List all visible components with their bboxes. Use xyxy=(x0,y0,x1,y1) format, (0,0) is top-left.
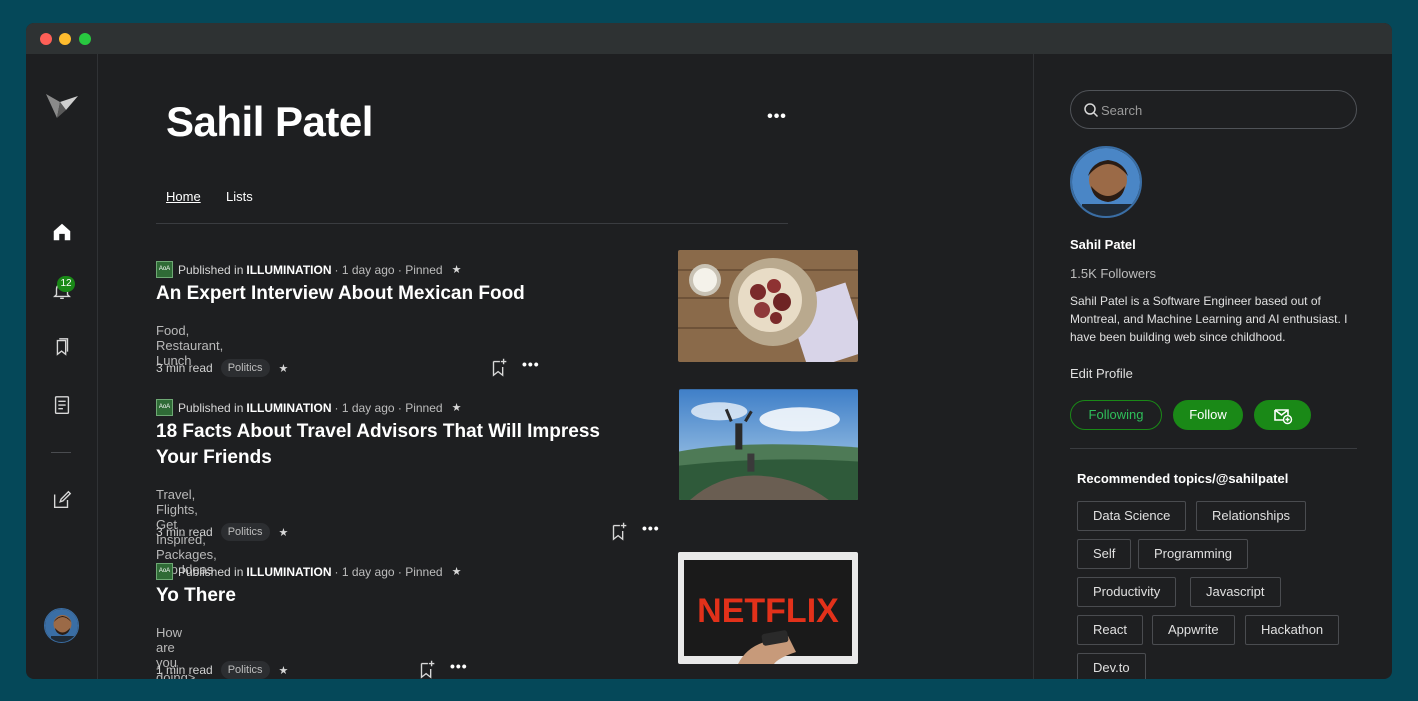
publication-logo: AoA xyxy=(156,261,173,278)
mail-plus-icon xyxy=(1273,409,1292,425)
sidebar-avatar[interactable] xyxy=(44,608,79,643)
close-window-button[interactable] xyxy=(40,33,52,45)
topic-chip[interactable]: Data Science xyxy=(1077,501,1187,531)
subscribe-email-button[interactable] xyxy=(1254,400,1311,430)
bookmark-add-icon[interactable] xyxy=(416,658,438,679)
topic-pill[interactable]: Politics xyxy=(220,359,270,377)
topic-chip[interactable]: Productivity xyxy=(1077,577,1177,607)
profile-name: Sahil Patel xyxy=(1070,237,1136,252)
bookmark-add-icon[interactable] xyxy=(488,356,510,378)
search-input[interactable] xyxy=(1101,99,1341,121)
left-sidebar: 12 xyxy=(26,54,98,679)
topic-chip[interactable]: Self xyxy=(1077,539,1132,569)
profile-avatar[interactable] xyxy=(1070,146,1142,218)
minimize-window-button[interactable] xyxy=(59,33,71,45)
article-title[interactable]: 18 Facts About Travel Advisors That Will… xyxy=(156,419,646,471)
publication-line: AoA Published in ILLUMINATION · 1 day ag… xyxy=(156,399,461,416)
maximize-window-button[interactable] xyxy=(79,33,91,45)
bookmark-add-icon[interactable] xyxy=(608,520,630,542)
sidebar-divider xyxy=(51,452,71,453)
logo-icon[interactable] xyxy=(44,90,80,124)
pinned-star-icon: ★ xyxy=(451,402,462,414)
article-thumbnail-travel[interactable] xyxy=(679,389,858,500)
article-more-button[interactable]: ••• xyxy=(642,521,660,535)
right-panel: Sahil Patel 1.5K Followers Sahil Patel i… xyxy=(1033,54,1392,679)
pinned-star-icon: ★ xyxy=(451,264,462,276)
publication-logo: AoA xyxy=(156,399,173,416)
edit-profile-link[interactable]: Edit Profile xyxy=(1070,366,1133,381)
publication-link[interactable]: ILLUMINATION xyxy=(246,263,331,277)
article-thumbnail-tv[interactable]: NETFLIX xyxy=(678,552,858,664)
tab-home[interactable]: Home xyxy=(166,189,201,204)
search-box[interactable] xyxy=(1070,90,1357,129)
panel-divider xyxy=(1070,448,1357,449)
article-meta: 1 min read Politics ★ xyxy=(156,661,288,679)
topic-pill[interactable]: Politics xyxy=(220,661,270,679)
article-thumbnail-food[interactable] xyxy=(678,250,858,362)
topic-chip[interactable]: React xyxy=(1077,615,1143,645)
article-meta: 3 min read Politics ★ xyxy=(156,523,288,541)
netflix-logo: NETFLIX xyxy=(697,592,839,630)
topic-chip[interactable]: Javascript xyxy=(1190,577,1281,607)
member-star-icon: ★ xyxy=(278,526,289,539)
topic-pill[interactable]: Politics xyxy=(220,523,270,541)
member-star-icon: ★ xyxy=(278,362,289,375)
home-icon[interactable] xyxy=(51,221,73,243)
profile-more-button[interactable]: ••• xyxy=(766,109,788,128)
follow-button[interactable]: Follow xyxy=(1173,400,1243,430)
window-titlebar xyxy=(26,23,1392,54)
write-icon[interactable] xyxy=(51,489,73,511)
article-more-button[interactable]: ••• xyxy=(450,659,468,673)
tab-lists[interactable]: Lists xyxy=(226,189,253,204)
search-icon xyxy=(1084,103,1099,118)
member-star-icon: ★ xyxy=(278,664,289,677)
followers-count[interactable]: 1.5K Followers xyxy=(1070,266,1156,281)
article-title[interactable]: An Expert Interview About Mexican Food xyxy=(156,281,646,307)
topic-chip[interactable]: Appwrite xyxy=(1152,615,1235,645)
publication-link[interactable]: ILLUMINATION xyxy=(246,401,331,415)
topic-chip[interactable]: Dev.to xyxy=(1077,653,1146,679)
main-column: Sahil Patel ••• Home Lists AoA Published… xyxy=(98,54,1033,679)
app-window: 12 Sahil Patel ••• Home Lists AoA Publis… xyxy=(26,23,1392,679)
topic-chip[interactable]: Relationships xyxy=(1196,501,1307,531)
publication-logo: AoA xyxy=(156,563,173,580)
bookmarks-icon[interactable] xyxy=(51,336,73,358)
publication-line: AoA Published in ILLUMINATION · 1 day ag… xyxy=(156,261,461,278)
read-time: 1 min read xyxy=(156,663,213,677)
article-meta: 3 min read Politics ★ xyxy=(156,359,288,377)
article-title[interactable]: Yo There xyxy=(156,583,646,609)
topic-chip[interactable]: Programming xyxy=(1138,539,1249,569)
profile-bio: Sahil Patel is a Software Engineer based… xyxy=(1070,294,1348,344)
article-more-button[interactable]: ••• xyxy=(522,357,540,371)
topic-chip[interactable]: Hackathon xyxy=(1245,615,1340,645)
publication-line: AoA Published in ILLUMINATION · 1 day ag… xyxy=(156,563,461,580)
following-button[interactable]: Following xyxy=(1070,400,1162,430)
notification-badge: 12 xyxy=(57,276,75,292)
read-time: 3 min read xyxy=(156,525,213,539)
publication-link[interactable]: ILLUMINATION xyxy=(246,565,331,579)
profile-tabs: Home Lists xyxy=(156,185,788,224)
recommended-heading: Recommended topics/@sahilpatel xyxy=(1077,471,1289,486)
stories-icon[interactable] xyxy=(51,394,73,416)
read-time: 3 min read xyxy=(156,361,213,375)
page-title: Sahil Patel xyxy=(166,98,373,145)
pinned-star-icon: ★ xyxy=(451,566,462,578)
